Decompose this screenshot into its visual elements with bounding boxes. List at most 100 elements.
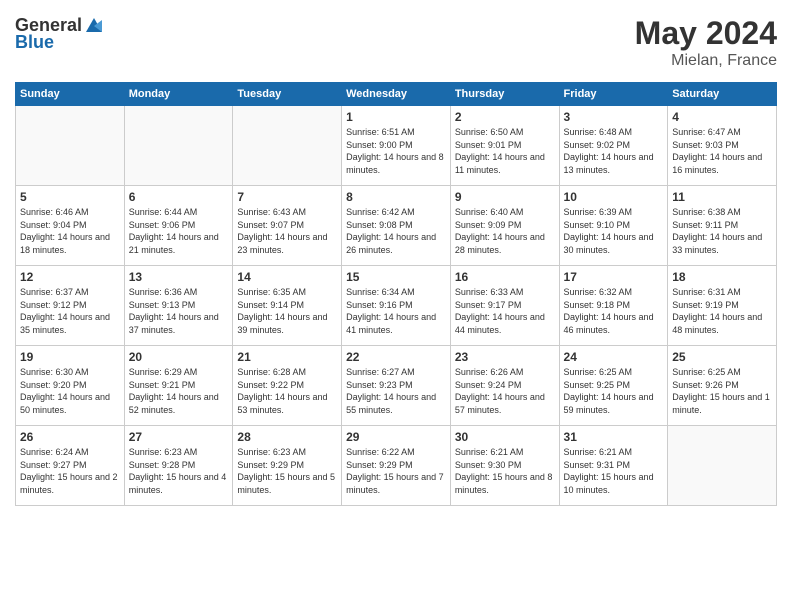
day-number: 28 <box>237 430 337 444</box>
calendar-cell: 13 Sunrise: 6:36 AM Sunset: 9:13 PM Dayli… <box>124 266 233 346</box>
day-number: 6 <box>129 190 229 204</box>
day-number: 5 <box>20 190 120 204</box>
calendar-cell: 18 Sunrise: 6:31 AM Sunset: 9:19 PM Dayli… <box>668 266 777 346</box>
calendar-week-row: 5 Sunrise: 6:46 AM Sunset: 9:04 PM Daylig… <box>16 186 777 266</box>
day-number: 31 <box>564 430 664 444</box>
day-info: Sunrise: 6:26 AM Sunset: 9:24 PM Dayligh… <box>455 366 555 416</box>
calendar-cell: 8 Sunrise: 6:42 AM Sunset: 9:08 PM Daylig… <box>342 186 451 266</box>
calendar-cell: 12 Sunrise: 6:37 AM Sunset: 9:12 PM Dayli… <box>16 266 125 346</box>
calendar-week-row: 1 Sunrise: 6:51 AM Sunset: 9:00 PM Daylig… <box>16 106 777 186</box>
calendar-cell: 23 Sunrise: 6:26 AM Sunset: 9:24 PM Dayli… <box>450 346 559 426</box>
title-block: May 2024 Mielan, France <box>635 15 777 70</box>
day-info: Sunrise: 6:23 AM Sunset: 9:29 PM Dayligh… <box>237 446 337 496</box>
day-number: 4 <box>672 110 772 124</box>
day-info: Sunrise: 6:25 AM Sunset: 9:26 PM Dayligh… <box>672 366 772 416</box>
calendar-cell: 5 Sunrise: 6:46 AM Sunset: 9:04 PM Daylig… <box>16 186 125 266</box>
calendar-cell: 20 Sunrise: 6:29 AM Sunset: 9:21 PM Dayli… <box>124 346 233 426</box>
day-number: 21 <box>237 350 337 364</box>
day-info: Sunrise: 6:39 AM Sunset: 9:10 PM Dayligh… <box>564 206 664 256</box>
calendar-cell: 30Sunrise: 6:21 AM Sunset: 9:30 PM Dayli… <box>450 426 559 506</box>
day-number: 3 <box>564 110 664 124</box>
day-number: 19 <box>20 350 120 364</box>
day-number: 25 <box>672 350 772 364</box>
day-info: Sunrise: 6:22 AM Sunset: 9:29 PM Dayligh… <box>346 446 446 496</box>
day-number: 24 <box>564 350 664 364</box>
day-number: 9 <box>455 190 555 204</box>
day-number: 11 <box>672 190 772 204</box>
calendar-cell <box>668 426 777 506</box>
calendar-cell <box>124 106 233 186</box>
weekday-header-thursday: Thursday <box>450 83 559 106</box>
calendar-cell: 6 Sunrise: 6:44 AM Sunset: 9:06 PM Daylig… <box>124 186 233 266</box>
calendar-cell: 9 Sunrise: 6:40 AM Sunset: 9:09 PM Daylig… <box>450 186 559 266</box>
calendar-cell: 22 Sunrise: 6:27 AM Sunset: 9:23 PM Dayli… <box>342 346 451 426</box>
day-info: Sunrise: 6:42 AM Sunset: 9:08 PM Dayligh… <box>346 206 446 256</box>
day-info: Sunrise: 6:47 AM Sunset: 9:03 PM Dayligh… <box>672 126 772 176</box>
day-info: Sunrise: 6:27 AM Sunset: 9:23 PM Dayligh… <box>346 366 446 416</box>
day-info: Sunrise: 6:31 AM Sunset: 9:19 PM Dayligh… <box>672 286 772 336</box>
weekday-header-sunday: Sunday <box>16 83 125 106</box>
calendar-cell: 29Sunrise: 6:22 AM Sunset: 9:29 PM Dayli… <box>342 426 451 506</box>
weekday-header-row: SundayMondayTuesdayWednesdayThursdayFrid… <box>16 83 777 106</box>
logo-blue: Blue <box>15 32 54 53</box>
calendar-cell: 4 Sunrise: 6:47 AM Sunset: 9:03 PM Daylig… <box>668 106 777 186</box>
calendar-cell: 26 Sunrise: 6:24 AM Sunset: 9:27 PM Dayli… <box>16 426 125 506</box>
logo-icon <box>84 16 104 36</box>
calendar-cell: 28 Sunrise: 6:23 AM Sunset: 9:29 PM Dayli… <box>233 426 342 506</box>
day-number: 12 <box>20 270 120 284</box>
weekday-header-monday: Monday <box>124 83 233 106</box>
calendar-cell: 21Sunrise: 6:28 AM Sunset: 9:22 PM Dayli… <box>233 346 342 426</box>
calendar-week-row: 19Sunrise: 6:30 AM Sunset: 9:20 PM Dayli… <box>16 346 777 426</box>
day-info: Sunrise: 6:32 AM Sunset: 9:18 PM Dayligh… <box>564 286 664 336</box>
day-number: 10 <box>564 190 664 204</box>
day-info: Sunrise: 6:23 AM Sunset: 9:28 PM Dayligh… <box>129 446 229 496</box>
day-info: Sunrise: 6:40 AM Sunset: 9:09 PM Dayligh… <box>455 206 555 256</box>
day-info: Sunrise: 6:33 AM Sunset: 9:17 PM Dayligh… <box>455 286 555 336</box>
day-number: 8 <box>346 190 446 204</box>
day-number: 17 <box>564 270 664 284</box>
page-header: General Blue May 2024 Mielan, France <box>15 15 777 70</box>
day-number: 27 <box>129 430 229 444</box>
day-number: 26 <box>20 430 120 444</box>
calendar-cell: 2Sunrise: 6:50 AM Sunset: 9:01 PM Daylig… <box>450 106 559 186</box>
calendar-cell <box>16 106 125 186</box>
calendar-cell: 10 Sunrise: 6:39 AM Sunset: 9:10 PM Dayli… <box>559 186 668 266</box>
calendar-week-row: 26 Sunrise: 6:24 AM Sunset: 9:27 PM Dayli… <box>16 426 777 506</box>
day-number: 13 <box>129 270 229 284</box>
day-number: 2 <box>455 110 555 124</box>
day-number: 18 <box>672 270 772 284</box>
day-number: 7 <box>237 190 337 204</box>
day-info: Sunrise: 6:51 AM Sunset: 9:00 PM Dayligh… <box>346 126 446 176</box>
day-info: Sunrise: 6:29 AM Sunset: 9:21 PM Dayligh… <box>129 366 229 416</box>
calendar-cell: 3Sunrise: 6:48 AM Sunset: 9:02 PM Daylig… <box>559 106 668 186</box>
day-info: Sunrise: 6:46 AM Sunset: 9:04 PM Dayligh… <box>20 206 120 256</box>
calendar-cell: 24Sunrise: 6:25 AM Sunset: 9:25 PM Dayli… <box>559 346 668 426</box>
day-number: 23 <box>455 350 555 364</box>
day-info: Sunrise: 6:43 AM Sunset: 9:07 PM Dayligh… <box>237 206 337 256</box>
location-title: Mielan, France <box>635 52 777 70</box>
calendar-cell: 14 Sunrise: 6:35 AM Sunset: 9:14 PM Dayli… <box>233 266 342 346</box>
calendar-cell: 25 Sunrise: 6:25 AM Sunset: 9:26 PM Dayli… <box>668 346 777 426</box>
weekday-header-tuesday: Tuesday <box>233 83 342 106</box>
day-info: Sunrise: 6:35 AM Sunset: 9:14 PM Dayligh… <box>237 286 337 336</box>
day-info: Sunrise: 6:37 AM Sunset: 9:12 PM Dayligh… <box>20 286 120 336</box>
calendar-cell: 16Sunrise: 6:33 AM Sunset: 9:17 PM Dayli… <box>450 266 559 346</box>
calendar-cell: 17 Sunrise: 6:32 AM Sunset: 9:18 PM Dayli… <box>559 266 668 346</box>
calendar-cell <box>233 106 342 186</box>
calendar-cell: 19Sunrise: 6:30 AM Sunset: 9:20 PM Dayli… <box>16 346 125 426</box>
calendar-cell: 7 Sunrise: 6:43 AM Sunset: 9:07 PM Daylig… <box>233 186 342 266</box>
day-info: Sunrise: 6:36 AM Sunset: 9:13 PM Dayligh… <box>129 286 229 336</box>
weekday-header-wednesday: Wednesday <box>342 83 451 106</box>
day-number: 30 <box>455 430 555 444</box>
month-title: May 2024 <box>635 15 777 52</box>
day-number: 1 <box>346 110 446 124</box>
day-number: 22 <box>346 350 446 364</box>
day-number: 14 <box>237 270 337 284</box>
calendar-cell: 1 Sunrise: 6:51 AM Sunset: 9:00 PM Daylig… <box>342 106 451 186</box>
day-info: Sunrise: 6:34 AM Sunset: 9:16 PM Dayligh… <box>346 286 446 336</box>
day-info: Sunrise: 6:24 AM Sunset: 9:27 PM Dayligh… <box>20 446 120 496</box>
day-info: Sunrise: 6:44 AM Sunset: 9:06 PM Dayligh… <box>129 206 229 256</box>
day-number: 20 <box>129 350 229 364</box>
calendar-cell: 31Sunrise: 6:21 AM Sunset: 9:31 PM Dayli… <box>559 426 668 506</box>
weekday-header-friday: Friday <box>559 83 668 106</box>
